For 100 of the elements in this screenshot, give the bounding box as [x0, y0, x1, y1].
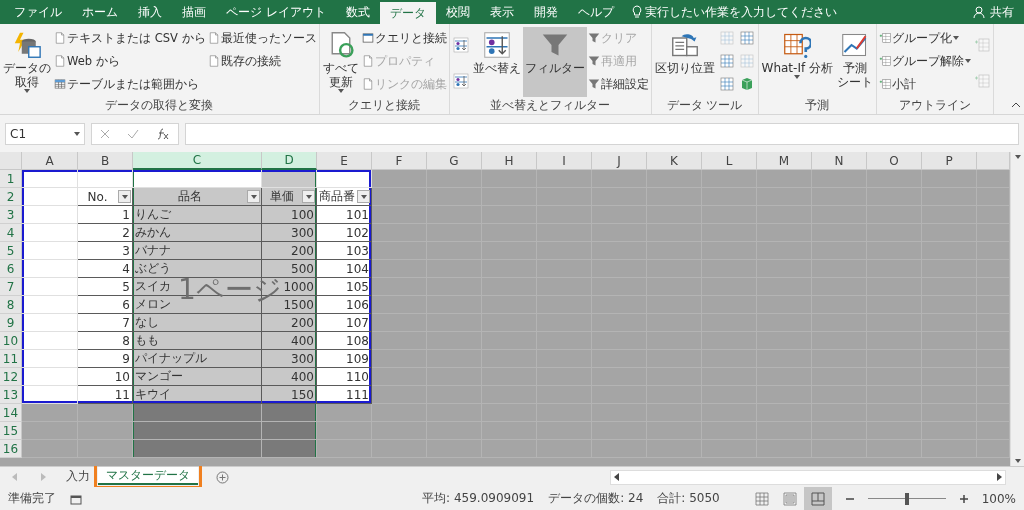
- macro-record-icon[interactable]: [70, 492, 82, 505]
- ribbon-tab[interactable]: ファイル: [4, 0, 72, 24]
- column-header[interactable]: M: [757, 152, 812, 170]
- row-header[interactable]: 1: [0, 170, 22, 188]
- ribbon-tab[interactable]: 開発: [523, 0, 568, 24]
- row-header[interactable]: 4: [0, 224, 22, 242]
- ribbon-button[interactable]: テーブルまたは範囲から: [53, 73, 207, 95]
- column-header[interactable]: H: [482, 152, 537, 170]
- ribbon-tab[interactable]: 描画: [172, 0, 216, 24]
- row-header[interactable]: 11: [0, 350, 22, 368]
- ribbon-button[interactable]: What-If 分析: [759, 27, 835, 97]
- ribbon-button[interactable]: グループ化: [877, 27, 972, 49]
- ribbon-tab[interactable]: ヘルプ: [567, 0, 624, 24]
- header-cell[interactable]: 単価: [262, 188, 317, 206]
- column-header[interactable]: N: [812, 152, 867, 170]
- header-cell[interactable]: No.: [78, 188, 133, 206]
- ribbon-tab[interactable]: 表示: [479, 0, 524, 24]
- formula-input[interactable]: [185, 122, 1019, 145]
- column-header[interactable]: G: [427, 152, 482, 170]
- function-icon[interactable]: [155, 127, 170, 140]
- row-header[interactable]: 9: [0, 314, 22, 332]
- row-header[interactable]: 2: [0, 188, 22, 206]
- column-header[interactable]: J: [592, 152, 647, 170]
- column-header[interactable]: K: [647, 152, 702, 170]
- select-all-corner[interactable]: [0, 152, 22, 170]
- column-header[interactable]: I: [537, 152, 592, 170]
- row-header[interactable]: 16: [0, 440, 22, 458]
- ribbon-button[interactable]: すべて 更新: [320, 27, 361, 97]
- page-layout-icon: [782, 491, 797, 506]
- row-header[interactable]: 3: [0, 206, 22, 224]
- ribbon-tab[interactable]: データ: [379, 2, 436, 24]
- ribbon-button[interactable]: 予測 シート: [834, 27, 875, 97]
- ribbon-tab[interactable]: 校閲: [435, 0, 480, 24]
- column-header[interactable]: A: [22, 152, 78, 170]
- zoom-thumb[interactable]: [904, 492, 909, 505]
- document-icon: [361, 55, 374, 67]
- sort-icon: [452, 36, 469, 53]
- ribbon-button[interactable]: 小計: [877, 73, 972, 95]
- ribbon-tab[interactable]: ページ レイアウト: [216, 0, 336, 24]
- add-sheet-icon[interactable]: [216, 470, 229, 484]
- close-icon[interactable]: [100, 128, 111, 139]
- ribbon-button[interactable]: クエリと接続: [360, 27, 448, 49]
- table-cell: 107: [346, 315, 369, 330]
- ribbon-button[interactable]: 最近使ったソース: [206, 27, 318, 49]
- row-header[interactable]: 6: [0, 260, 22, 278]
- horizontal-scrollbar[interactable]: [610, 469, 1006, 485]
- zoom-out-icon[interactable]: [845, 497, 854, 500]
- header-cell[interactable]: 商品番: [317, 188, 372, 206]
- row-header[interactable]: 14: [0, 404, 22, 422]
- check-icon[interactable]: [127, 128, 139, 139]
- column-header[interactable]: [977, 152, 1010, 170]
- document-icon: [207, 55, 220, 67]
- header-cell[interactable]: 品名: [133, 188, 262, 206]
- filter-dropdown-button[interactable]: [118, 190, 131, 203]
- next-sheet-icon[interactable]: [41, 473, 46, 481]
- ribbon-tab[interactable]: 数式: [335, 0, 380, 24]
- previous-sheet-icon[interactable]: [12, 473, 17, 481]
- table-cell: 101: [346, 207, 369, 222]
- zoom-in-icon[interactable]: [959, 494, 968, 503]
- column-header[interactable]: D: [262, 152, 317, 170]
- column-header[interactable]: E: [317, 152, 372, 170]
- row-header[interactable]: 12: [0, 368, 22, 386]
- vertical-scrollbar[interactable]: [1010, 152, 1024, 466]
- table-cell: 7: [122, 315, 130, 330]
- ribbon-button[interactable]: テキストまたは CSV から: [53, 27, 207, 49]
- row-header[interactable]: 15: [0, 422, 22, 440]
- table-cell: スイカ: [135, 278, 171, 295]
- column-header[interactable]: O: [867, 152, 922, 170]
- ribbon-button[interactable]: フィルター: [522, 27, 587, 97]
- view-button[interactable]: [803, 487, 832, 510]
- collapse-ribbon-icon[interactable]: [1011, 102, 1021, 108]
- tell-me-search[interactable]: 実行したい作業を入力してください: [623, 0, 837, 24]
- name-box[interactable]: C1: [5, 122, 85, 145]
- row-header[interactable]: 10: [0, 332, 22, 350]
- column-header[interactable]: C: [133, 152, 262, 170]
- ribbon-button[interactable]: 並べ替え: [470, 27, 523, 97]
- filter-dropdown-button[interactable]: [302, 190, 315, 203]
- ribbon-button[interactable]: グループ解除: [877, 50, 972, 72]
- filter-dropdown-button[interactable]: [357, 190, 370, 203]
- zoom-level[interactable]: 100%: [981, 491, 1016, 506]
- ribbon-button[interactable]: 詳細設定: [586, 73, 650, 95]
- row-header[interactable]: 8: [0, 296, 22, 314]
- column-header[interactable]: F: [372, 152, 427, 170]
- ribbon-tab[interactable]: ホーム: [72, 0, 128, 24]
- share-button[interactable]: 共有: [973, 0, 1024, 24]
- column-header[interactable]: L: [702, 152, 757, 170]
- table-icon: [718, 76, 735, 92]
- row-header[interactable]: 5: [0, 242, 22, 260]
- row-header[interactable]: 7: [0, 278, 22, 296]
- ribbon-button[interactable]: 区切り位置: [652, 27, 717, 97]
- ribbon-tab[interactable]: 挿入: [128, 0, 172, 24]
- column-header[interactable]: P: [922, 152, 977, 170]
- row-header[interactable]: 13: [0, 386, 22, 404]
- filter-dropdown-button[interactable]: [247, 190, 260, 203]
- sheet-tab[interactable]: 入力: [58, 467, 98, 485]
- caret-icon: [74, 131, 80, 136]
- ribbon-button[interactable]: データの 取得: [1, 27, 53, 97]
- column-header[interactable]: B: [78, 152, 133, 170]
- ribbon-button[interactable]: 既存の接続: [206, 50, 318, 72]
- ribbon-button[interactable]: Web から: [53, 50, 207, 72]
